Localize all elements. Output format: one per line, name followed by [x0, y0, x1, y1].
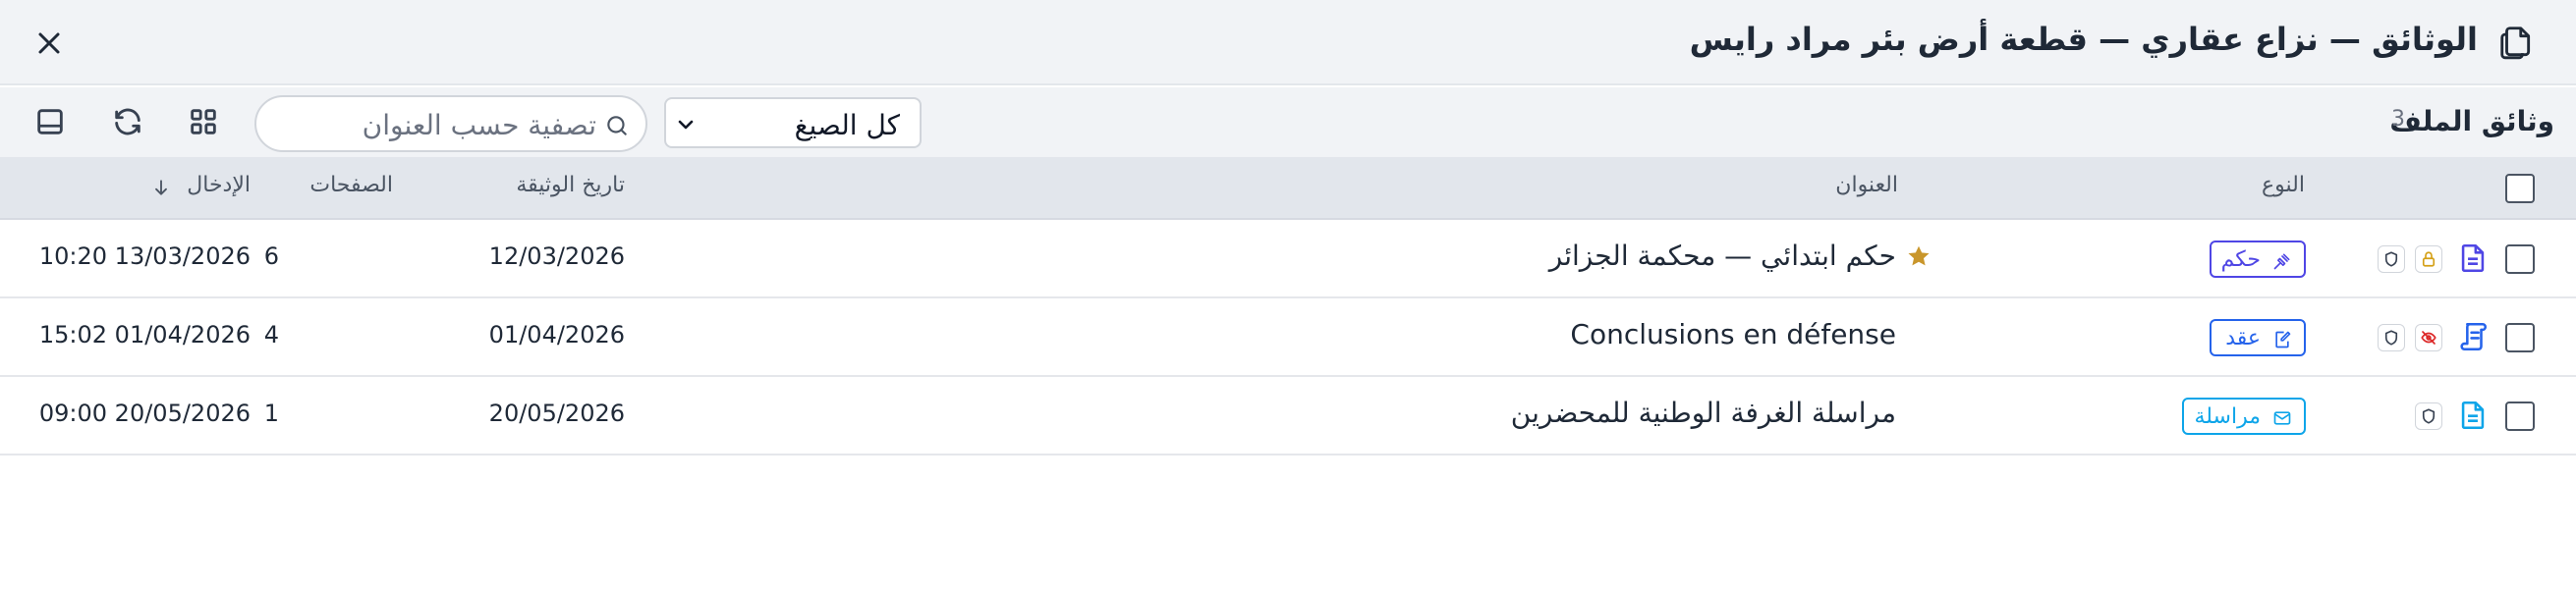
dialog-header: الوثائق — نزاع عقاري — قطعة أرض بئر مراد…	[0, 0, 2576, 85]
entry-datetime: 20/05/2026 09:00	[38, 400, 251, 427]
search-icon	[607, 116, 627, 135]
row-checkbox[interactable]	[2505, 244, 2535, 274]
lock-flag	[2415, 245, 2442, 273]
row-checkbox[interactable]	[2505, 402, 2535, 431]
document-title[interactable]: Conclusions en défense	[1570, 318, 1896, 350]
title-filter-box	[254, 95, 647, 152]
shield-icon	[2422, 408, 2436, 424]
star-icon[interactable]	[1906, 243, 1932, 269]
format-filter-value: كل الصيغ	[794, 109, 900, 141]
grid-view-icon[interactable]	[187, 105, 220, 138]
shield-icon	[2384, 251, 2398, 267]
type-badge-label: عقد	[2225, 326, 2261, 350]
column-doc-date[interactable]: تاريخ الوثيقة	[516, 173, 625, 197]
arrow-down-icon[interactable]	[151, 178, 171, 197]
documents-count: 3	[2391, 107, 2405, 132]
hidden-flag	[2415, 324, 2442, 351]
column-title[interactable]: العنوان	[1835, 173, 1898, 197]
shield-flag	[2378, 324, 2405, 351]
title-filter-input[interactable]	[282, 107, 596, 142]
entry-datetime: 01/04/2026 15:02	[38, 321, 251, 348]
type-badge-label: حكم	[2220, 247, 2261, 272]
document-date: 12/03/2026	[488, 242, 625, 270]
page-count: 4	[263, 321, 279, 348]
documents-icon	[2500, 27, 2531, 60]
table-row[interactable]: عقد Conclusions en défense 01/04/2026 4 …	[0, 298, 2576, 377]
shield-flag	[2415, 402, 2442, 430]
refresh-icon[interactable]	[111, 105, 144, 138]
row-checkbox[interactable]	[2505, 323, 2535, 352]
document-date: 01/04/2026	[488, 321, 625, 348]
table-row[interactable]: مراسلة مراسلة الغرفة الوطنية للمحضرين 20…	[0, 377, 2576, 455]
toolbar: وثائق الملف 3 كل الصيغ	[0, 87, 2576, 157]
column-type[interactable]: النوع	[2262, 173, 2305, 197]
page-count: 6	[263, 242, 279, 270]
column-pages[interactable]: الصفحات	[309, 173, 393, 197]
shield-flag	[2378, 245, 2405, 273]
type-badge-label: مراسلة	[2194, 404, 2261, 429]
document-icon	[2461, 243, 2485, 273]
scroll-document-icon	[2460, 322, 2487, 351]
table-header: النوع العنوان تاريخ الوثيقة الصفحات الإد…	[0, 157, 2576, 220]
type-badge-verdict[interactable]: حكم	[2210, 241, 2306, 278]
entry-datetime: 13/03/2026 10:20	[38, 242, 251, 270]
page-count: 1	[263, 400, 279, 427]
chevron-down-icon	[678, 120, 694, 130]
document-title[interactable]: حكم ابتدائي — محكمة الجزائر	[1549, 240, 1896, 272]
format-filter-select[interactable]: كل الصيغ	[664, 97, 922, 148]
eye-off-icon	[2421, 331, 2436, 345]
type-badge-mail[interactable]: مراسلة	[2182, 398, 2306, 435]
table-row[interactable]: حكم حكم ابتدائي — محكمة الجزائر 12/03/20…	[0, 220, 2576, 298]
dialog-title: الوثائق — نزاع عقاري — قطعة أرض بئر مراد…	[1689, 21, 2478, 58]
lock-icon	[2422, 251, 2436, 267]
contract-edit-icon	[2275, 331, 2291, 348]
document-title[interactable]: مراسلة الغرفة الوطنية للمحضرين	[1511, 397, 1896, 429]
column-entry[interactable]: الإدخال	[187, 173, 251, 197]
select-all-checkbox[interactable]	[2505, 174, 2535, 203]
documents-dialog: الوثائق — نزاع عقاري — قطعة أرض بئر مراد…	[0, 0, 2576, 589]
shield-icon	[2384, 330, 2398, 346]
document-icon	[2461, 401, 2485, 430]
close-icon[interactable]	[31, 26, 67, 61]
mail-icon	[2273, 411, 2291, 425]
gavel-icon	[2273, 253, 2290, 270]
type-badge-contract[interactable]: عقد	[2210, 319, 2306, 356]
document-date: 20/05/2026	[488, 400, 625, 427]
section-label: وثائق الملف	[2389, 105, 2554, 137]
panel-toggle-icon[interactable]	[33, 105, 67, 138]
